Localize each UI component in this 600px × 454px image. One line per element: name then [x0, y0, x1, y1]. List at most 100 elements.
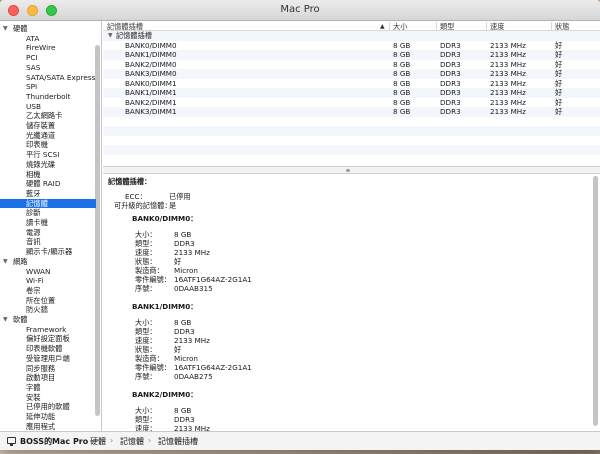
sidebar-item-label: 乙太網路卡: [26, 111, 63, 121]
breadcrumb-separator-icon: ›: [80, 436, 84, 445]
empty-row: [103, 136, 600, 146]
split-view-divider[interactable]: [103, 166, 600, 174]
cell-slot: BANK3/DIMM0: [125, 69, 177, 78]
field-value-manufacturer: Micron: [174, 266, 198, 275]
breadcrumb-item[interactable]: BOSS的Mac Pro: [20, 436, 88, 447]
field-value-size: 8 GB: [174, 318, 192, 327]
sidebar-item-label: 讀卡機: [26, 218, 48, 227]
sidebar-scrollbar[interactable]: [95, 45, 100, 416]
module-heading: BANK1/DIMM0：: [132, 302, 198, 311]
field-label-serial: 序號：: [135, 284, 157, 293]
sidebar-item-label: FireWire: [26, 43, 56, 53]
breadcrumb-separator-icon: ›: [110, 436, 114, 445]
main-panel: 記憶體插槽 ▲ 大小 類型 速度 狀態 ▼ 記憶體插槽 BANK0/DIMM0 8…: [103, 21, 600, 431]
sidebar-item-label: 燒錄光碟: [26, 159, 56, 169]
cell-speed: 2133 MHz: [490, 97, 526, 107]
cell-size: 8 GB: [393, 69, 411, 78]
table-row[interactable]: BANK1/DIMM1 8 GB DDR3 2133 MHz 好: [103, 88, 600, 98]
detail-pane: 記憶體插槽： ECC： 已停用 可升級的記憶體： 是 BANK0/DIMM0： 大…: [103, 174, 600, 431]
cell-type: DDR3: [440, 40, 461, 50]
detail-scrollbar[interactable]: [593, 176, 598, 426]
sidebar-item-label: 印表機軟體: [26, 344, 63, 354]
table-row[interactable]: BANK0/DIMM1 8 GB DDR3 2133 MHz 好: [103, 79, 600, 89]
computer-icon: [7, 437, 16, 446]
sidebar-item-label: Wi-Fi: [26, 276, 44, 286]
sidebar-item-label: 卷宗: [26, 285, 41, 295]
cell-status: 好: [555, 50, 563, 59]
sidebar-item-label: USB: [26, 101, 41, 111]
column-divider: [551, 22, 552, 30]
table-row[interactable]: BANK3/DIMM0 8 GB DDR3 2133 MHz 好: [103, 69, 600, 79]
field-label-part: 零件編號：: [135, 275, 171, 284]
cell-type: DDR3: [440, 69, 461, 78]
sidebar-item-label: 印表機: [26, 140, 48, 150]
field-value-part: 16ATF1G64AZ-2G1A1: [174, 275, 252, 284]
breadcrumb-separator-icon: ›: [148, 436, 152, 445]
field-value-status: 好: [174, 257, 182, 266]
cell-status: 好: [555, 78, 563, 88]
cell-speed: 2133 MHz: [490, 59, 526, 69]
field-label-speed: 速度：: [135, 424, 157, 431]
disclosure-triangle-icon[interactable]: ▼: [3, 315, 8, 325]
column-divider: [486, 22, 487, 30]
cell-slot: BANK2/DIMM1: [125, 97, 177, 107]
disclosure-triangle-icon[interactable]: ▼: [3, 24, 8, 34]
ecc-value: 已停用: [169, 192, 191, 201]
cell-status: 好: [555, 88, 563, 97]
field-label-manufacturer: 製造商：: [135, 266, 164, 275]
title-bar[interactable]: Mac Pro: [0, 0, 600, 21]
field-label-size: 大小：: [135, 318, 157, 327]
breadcrumb-item[interactable]: 硬體: [90, 436, 106, 447]
sidebar-item-label: 光纖通道: [26, 130, 56, 140]
cell-type: DDR3: [440, 59, 461, 69]
sidebar-item-label: PCI: [26, 53, 38, 63]
field-value-size: 8 GB: [174, 230, 192, 239]
cell-size: 8 GB: [393, 50, 411, 59]
cell-slot: BANK0/DIMM0: [125, 40, 177, 50]
cell-speed: 2133 MHz: [490, 69, 526, 78]
disclosure-triangle-icon[interactable]: ▼: [108, 31, 113, 41]
sidebar-item-label: 平行 SCSI: [26, 150, 60, 160]
cell-type: DDR3: [440, 88, 461, 97]
sidebar-item-label: Framework: [26, 324, 67, 334]
cell-slot: BANK2/DIMM0: [125, 59, 177, 69]
cell-type: DDR3: [440, 50, 461, 59]
sort-indicator-icon: ▲: [380, 23, 385, 30]
sidebar-item-label: 藍牙: [26, 188, 41, 198]
field-value-size: 8 GB: [174, 406, 192, 415]
sidebar-item-label: 相機: [26, 169, 41, 179]
sidebar-item-label: 偏好設定面板: [26, 334, 70, 344]
field-value-speed: 2133 MHz: [174, 336, 210, 345]
table-row[interactable]: BANK2/DIMM0 8 GB DDR3 2133 MHz 好: [103, 60, 600, 70]
field-value-type: DDR3: [174, 415, 195, 424]
breadcrumb-item[interactable]: 記憶體: [120, 436, 144, 447]
cell-speed: 2133 MHz: [490, 40, 526, 50]
table-row[interactable]: BANK2/DIMM1 8 GB DDR3 2133 MHz 好: [103, 98, 600, 108]
upgradeable-label: 可升級的記憶體：: [114, 201, 172, 210]
table-header: 記憶體插槽 ▲ 大小 類型 速度 狀態: [103, 21, 600, 31]
cell-size: 8 GB: [393, 40, 411, 50]
cell-type: DDR3: [440, 78, 461, 88]
sidebar-item[interactable]: 記憶體: [0, 198, 96, 209]
disclosure-triangle-icon[interactable]: ▼: [3, 257, 8, 267]
table-group-row[interactable]: ▼ 記憶體插槽: [103, 31, 600, 41]
sidebar-item-label: 顯示卡/顯示器: [26, 247, 73, 257]
breadcrumb-item[interactable]: 記憶體插槽: [158, 436, 198, 447]
path-bar: BOSS的Mac Pro › 硬體 › 記憶體 › 記憶體插槽: [0, 431, 600, 450]
divider-grip-icon[interactable]: [346, 169, 350, 172]
cell-size: 8 GB: [393, 97, 411, 107]
empty-row: [103, 117, 600, 127]
cell-status: 好: [555, 107, 563, 116]
sidebar: ▼ 硬體 ATA FireWire PCI SAS SATA/SATA Express SPI…: [0, 21, 102, 431]
field-label-status: 狀態：: [135, 345, 157, 354]
field-value-part: 16ATF1G64AZ-2G1A1: [174, 363, 252, 372]
sidebar-item-label: 儲存裝置: [26, 121, 56, 130]
empty-row: [103, 155, 600, 165]
table-row[interactable]: BANK1/DIMM0 8 GB DDR3 2133 MHz 好: [103, 50, 600, 60]
field-value-serial: 0DAAB275: [174, 372, 213, 381]
empty-row: [103, 126, 600, 136]
cell-slot: BANK3/DIMM1: [125, 107, 177, 116]
table-row[interactable]: BANK3/DIMM1 8 GB DDR3 2133 MHz 好: [103, 107, 600, 117]
empty-row: [103, 145, 600, 155]
table-row[interactable]: BANK0/DIMM0 8 GB DDR3 2133 MHz 好: [103, 41, 600, 51]
